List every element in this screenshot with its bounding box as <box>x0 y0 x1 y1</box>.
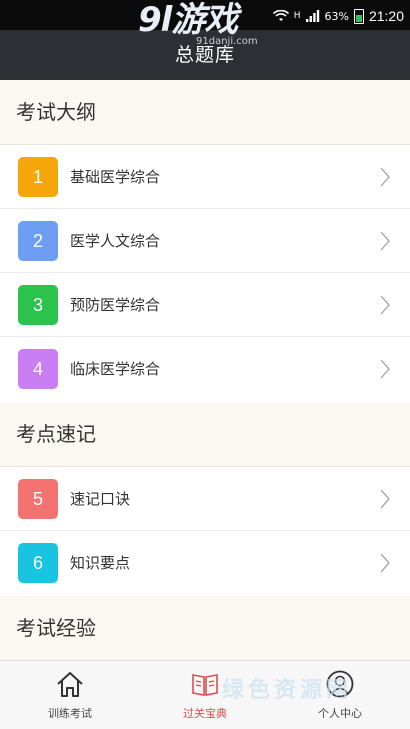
tab-label: 个人中心 <box>318 707 362 720</box>
chevron-right-icon <box>380 295 390 315</box>
battery-icon <box>353 8 364 24</box>
status-time: 21:20 <box>368 8 404 24</box>
network-type: H <box>293 11 301 21</box>
section-header-syllabus: 考试大纲 <box>0 80 410 145</box>
battery-percent: 63% <box>324 9 349 23</box>
list-item-3[interactable]: 3 预防医学综合 <box>0 273 410 337</box>
tab-label: 过关宝典 <box>183 707 227 720</box>
list-item-2[interactable]: 2 医学人文综合 <box>0 209 410 273</box>
list-item-5[interactable]: 5 速记口诀 <box>0 467 410 531</box>
item-label: 临床医学综合 <box>70 360 161 378</box>
item-label: 医学人文综合 <box>70 232 161 250</box>
number-badge: 1 <box>18 157 58 197</box>
watermark-logo: 9l游戏 91danji.com <box>138 2 278 50</box>
list-item-4[interactable]: 4 临床医学综合 <box>0 337 410 401</box>
status-icons: H 63% 21:20 <box>272 6 404 26</box>
tab-training-exam[interactable]: 训练考试 <box>2 661 138 729</box>
tab-study-guide[interactable]: 过关宝典 <box>137 661 273 729</box>
number-badge: 4 <box>18 349 58 389</box>
bottom-tab-bar: 训练考试 过关宝典 个人中心 <box>0 660 410 729</box>
book-icon <box>192 674 218 696</box>
watermark-logo-text: 9l游戏 <box>138 0 238 40</box>
item-label: 基础医学综合 <box>70 168 161 186</box>
tab-personal-center[interactable]: 个人中心 <box>272 661 408 729</box>
list-item-1[interactable]: 1 基础医学综合 <box>0 145 410 209</box>
tab-label: 训练考试 <box>48 707 92 720</box>
chevron-right-icon <box>380 489 390 509</box>
chevron-right-icon <box>380 553 390 573</box>
watermark-domain: 91danji.com <box>196 36 258 47</box>
signal-icon <box>305 10 320 22</box>
item-label: 速记口诀 <box>70 490 131 508</box>
number-badge: 5 <box>18 479 58 519</box>
item-label: 知识要点 <box>70 554 131 572</box>
chevron-right-icon <box>380 167 390 187</box>
section-title: 考试经验 <box>16 616 96 640</box>
section-title: 考试大纲 <box>16 100 96 124</box>
item-label: 预防医学综合 <box>70 296 161 314</box>
list-item-6[interactable]: 6 知识要点 <box>0 531 410 595</box>
number-badge: 6 <box>18 543 58 583</box>
user-icon <box>326 670 354 698</box>
number-badge: 2 <box>18 221 58 261</box>
chevron-right-icon <box>380 231 390 251</box>
home-icon <box>57 672 83 697</box>
section-header-quick-notes: 考点速记 <box>0 402 410 467</box>
section-header-exam-experience: 考试经验 <box>0 596 410 661</box>
chevron-right-icon <box>380 359 390 379</box>
section-title: 考点速记 <box>16 422 96 446</box>
number-badge: 3 <box>18 285 58 325</box>
